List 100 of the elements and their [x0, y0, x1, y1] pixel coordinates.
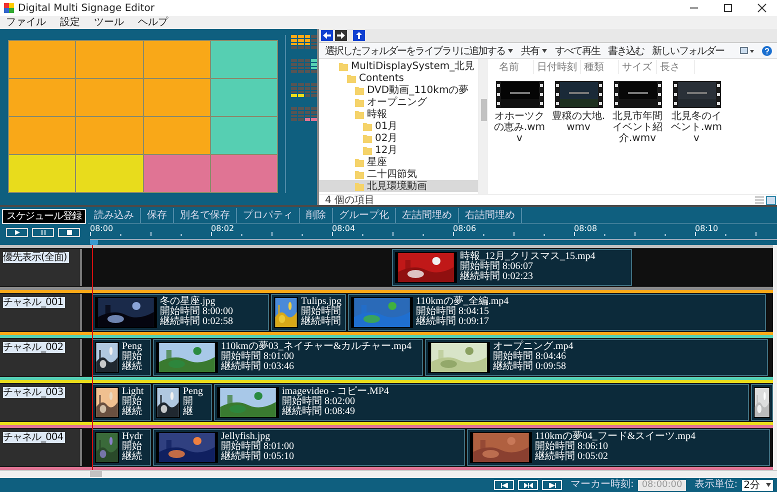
vertical-scrollbar[interactable]: [479, 59, 488, 194]
track-name-field[interactable]: 優先表示(全面): [3, 252, 69, 263]
layout-cell[interactable]: [144, 79, 210, 116]
toolbar-button[interactable]: 削除: [300, 208, 333, 222]
thumbnail-view-icon[interactable]: [766, 196, 776, 204]
menu-item[interactable]: ツール: [94, 16, 124, 29]
toolbar-button[interactable]: プロパティ: [237, 208, 300, 222]
file-item[interactable]: オホーツクの恵み.wmv: [492, 81, 547, 144]
clip-text: 継続時間 0:08:49: [282, 407, 356, 417]
track-name-field[interactable]: チャネル_001: [3, 297, 66, 308]
media-clip[interactable]: imagevideo - コピー.MP4 開始時間 8:02:00 継続時間 0:08:49: [214, 384, 749, 421]
media-clip[interactable]: Peng 開始 継続: [92, 339, 151, 376]
last-button[interactable]: [542, 480, 562, 490]
play-button[interactable]: [6, 228, 28, 237]
toolbar-button[interactable]: グループ化: [333, 208, 396, 222]
folder-tree-item[interactable]: 時報: [319, 108, 478, 120]
menu-item[interactable]: ファイル: [6, 16, 46, 29]
toolbar-button[interactable]: 左詰間埋め: [396, 208, 459, 222]
media-clip[interactable]: Jellyfish.jpg 開始時間 8:01:00 継続時間 0:05:10: [153, 429, 465, 466]
folder-tree-item[interactable]: MultiDisplaySystem_北見: [319, 60, 478, 72]
media-clip[interactable]: オープニング.mp4 開始時間 8:04:46 継続時間 0:09:58: [425, 339, 768, 376]
media-clip[interactable]: Hydr 開始 継続: [92, 429, 151, 466]
layout-cell[interactable]: [9, 155, 76, 192]
clip-text: Tulips.jpg: [301, 297, 342, 307]
layout-cell[interactable]: [9, 117, 76, 154]
layout-preset-icon[interactable]: [291, 83, 317, 97]
media-clip[interactable]: Peng 開 継: [153, 384, 212, 421]
media-clip[interactable]: [751, 384, 773, 421]
toolbar-item[interactable]: 新しいフォルダー: [652, 44, 724, 58]
layout-cell[interactable]: [76, 117, 142, 154]
layout-preset-icon[interactable]: [291, 35, 317, 49]
folder-tree-item[interactable]: オープニング: [319, 96, 478, 108]
media-clip[interactable]: 冬の星座.jpg 開始時間 8:00:00 継続時間 0:02:58: [92, 294, 269, 331]
media-clip[interactable]: 110kmの夢03_ネイチャー&カルチャー.mp4 開始時間 8:01:00 継続時間 0:03:46: [153, 339, 423, 376]
folder-tree-item[interactable]: Contents: [319, 72, 478, 84]
close-icon[interactable]: [755, 2, 769, 14]
up-folder-icon[interactable]: [353, 30, 365, 41]
first-button[interactable]: [494, 480, 514, 490]
view-options-icon[interactable]: [740, 46, 754, 54]
folder-tree-item[interactable]: 02月: [319, 132, 478, 144]
media-clip[interactable]: 時報_12月_クリスマス_15.mp4 開始時間 8:06:07 継続時間 0:02:23: [392, 249, 632, 286]
horizontal-scrollbar[interactable]: [0, 470, 777, 478]
folder-tree-item[interactable]: DVD動画_110kmの夢: [319, 84, 478, 96]
column-header[interactable]: 種類: [581, 60, 619, 74]
media-clip[interactable]: 110kmの夢04_フード&スイーツ.mp4 開始時間 8:06:10 継続時間 0:05:02: [467, 429, 770, 466]
stop-button[interactable]: [58, 228, 80, 237]
folder-tree-item[interactable]: 01月: [319, 120, 478, 132]
details-view-icon[interactable]: [755, 196, 764, 204]
help-icon[interactable]: [762, 46, 772, 56]
back-icon[interactable]: [321, 30, 333, 41]
column-header[interactable]: 日付時刻: [534, 60, 581, 74]
column-header[interactable]: サイズ: [619, 60, 657, 74]
toolbar-item[interactable]: 選択したフォルダーをライブラリに追加する: [325, 44, 513, 58]
layout-cell[interactable]: [76, 155, 142, 192]
layout-cell[interactable]: [210, 79, 277, 116]
forward-icon[interactable]: [335, 30, 347, 41]
toolbar-button[interactable]: 別名で保存: [174, 208, 237, 222]
media-clip[interactable]: 110kmの夢_全編.mp4 開始時間 8:04:15 継続時間 0:09:17: [348, 294, 766, 331]
track-name-field[interactable]: チャネル_002: [3, 342, 66, 353]
maximize-icon[interactable]: [721, 2, 735, 14]
track-name-field[interactable]: チャネル_004: [3, 432, 66, 443]
file-item[interactable]: 北見冬のイベント.wmv: [669, 81, 724, 144]
layout-cell[interactable]: [76, 41, 142, 78]
pause-icon: [40, 230, 46, 235]
layout-cell[interactable]: [76, 79, 142, 116]
clip-text: Peng: [122, 342, 142, 352]
column-header[interactable]: 名前: [496, 60, 534, 74]
layout-cell[interactable]: [210, 41, 277, 78]
layout-preset-icon[interactable]: [291, 107, 317, 121]
toolbar-item[interactable]: すべて再生: [555, 44, 600, 58]
layout-cell[interactable]: [9, 79, 76, 116]
column-header[interactable]: 長さ: [657, 60, 695, 74]
menu-item[interactable]: 設定: [60, 16, 80, 29]
file-item[interactable]: 北見市年間イベント紹介.wmv: [610, 81, 665, 144]
layout-preset-icon[interactable]: [291, 59, 317, 73]
layout-cell[interactable]: [144, 155, 210, 192]
toolbar-button[interactable]: 読み込み: [88, 208, 141, 222]
folder-tree-item[interactable]: 北見環境動画: [319, 180, 478, 192]
media-clip[interactable]: Tulips.jpg 開始時間 継続時間: [271, 294, 346, 331]
center-button[interactable]: [518, 480, 538, 490]
toolbar-button[interactable]: 右詰間埋め: [459, 208, 522, 222]
folder-tree-item[interactable]: 星座: [319, 156, 478, 168]
layout-cell[interactable]: [210, 117, 277, 154]
toolbar-item[interactable]: 共有: [521, 44, 547, 58]
pause-button[interactable]: [32, 228, 54, 237]
media-clip[interactable]: Light 開始 継続: [92, 384, 151, 421]
folder-tree-item[interactable]: 12月: [319, 144, 478, 156]
layout-cell[interactable]: [144, 117, 210, 154]
folder-tree-item[interactable]: 二十四節気: [319, 168, 478, 180]
vertical-scrollbar[interactable]: [773, 245, 777, 470]
toolbar-item[interactable]: 書き込む: [608, 44, 644, 58]
track-name-field[interactable]: チャネル_003: [3, 387, 66, 398]
file-item[interactable]: 豊穣の大地.wmv: [551, 81, 606, 144]
layout-cell[interactable]: [144, 41, 210, 78]
layout-cell[interactable]: [9, 41, 76, 78]
layout-cell[interactable]: [210, 155, 277, 192]
menu-item[interactable]: ヘルプ: [138, 16, 168, 29]
schedule-register-button[interactable]: スケジュール登録: [2, 209, 86, 224]
toolbar-button[interactable]: 保存: [141, 208, 174, 222]
display-unit-select[interactable]: 2分: [742, 480, 773, 490]
